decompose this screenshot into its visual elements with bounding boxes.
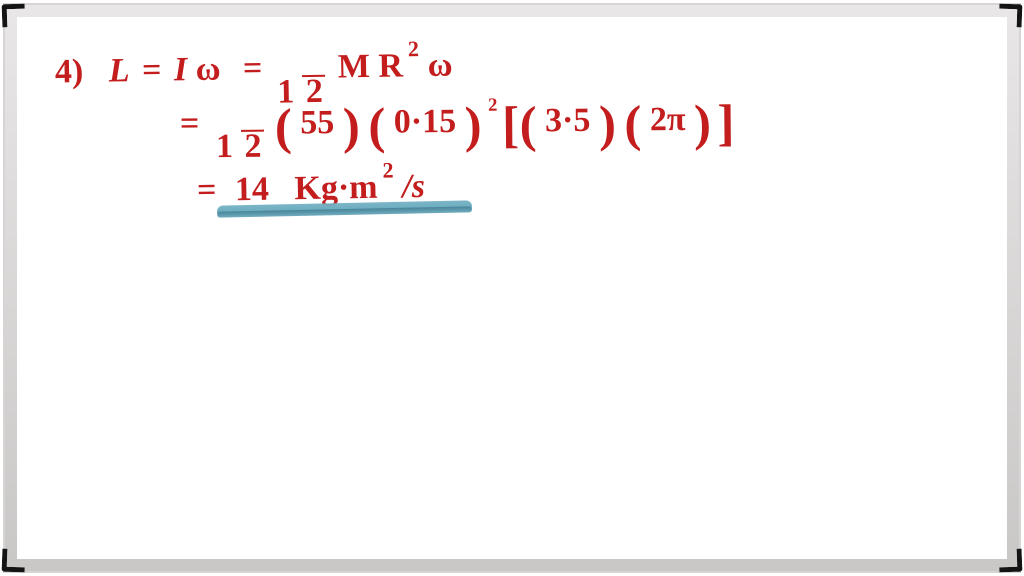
unit-sq: 2 (382, 157, 393, 183)
bracket-close: ] (717, 94, 734, 152)
sq-1: 2 (408, 36, 419, 62)
paren-open-1: ( (275, 98, 292, 156)
var-omega-2: ω (427, 46, 453, 84)
var-L: L (108, 52, 129, 90)
paren-close-1: ) (343, 98, 360, 156)
half-2: 1 2 (216, 130, 265, 163)
paren-open-3: ( (519, 96, 536, 154)
equals-2: = (243, 50, 263, 88)
paren-open-4: ( (624, 95, 641, 153)
problem-number: 4) (55, 53, 84, 91)
equals-4: = (197, 171, 217, 209)
paren-close-4: ) (694, 95, 711, 153)
value-55: 55 (300, 104, 334, 142)
line-2: = 1 2 ( 55 ) ( 0·15 ) 2 [ ( 3·5 ) ( 2π )… (174, 93, 735, 164)
corner-bracket-top-right (999, 4, 1023, 28)
value-2pi: 2π (650, 101, 686, 139)
bracket-open: [ (502, 96, 519, 154)
value-3-5: 3·5 (545, 101, 591, 139)
corner-bracket-top-left (2, 4, 26, 28)
value-14: 14 (235, 171, 270, 210)
paren-close-3: ) (599, 95, 616, 153)
var-I: I (174, 51, 188, 89)
half-den-2: 2 (241, 130, 264, 163)
corner-bracket-bottom-right (999, 549, 1023, 573)
var-M: M (338, 48, 371, 87)
paren-open-2: ( (368, 97, 385, 155)
half-num-2: 1 (216, 132, 233, 163)
sq-2: 2 (488, 95, 498, 117)
value-0-15: 0·15 (394, 103, 457, 142)
equals-3: = (180, 105, 200, 143)
corner-bracket-bottom-left (2, 549, 26, 573)
paren-close-2: ) (464, 97, 481, 155)
var-R: R (378, 47, 403, 85)
var-omega-1: ω (195, 50, 221, 88)
equals-1: = (142, 51, 162, 89)
whiteboard: 4) L = I ω = 1 2 M R 2 ω = 1 2 ( 55 ) ( … (3, 3, 1021, 573)
